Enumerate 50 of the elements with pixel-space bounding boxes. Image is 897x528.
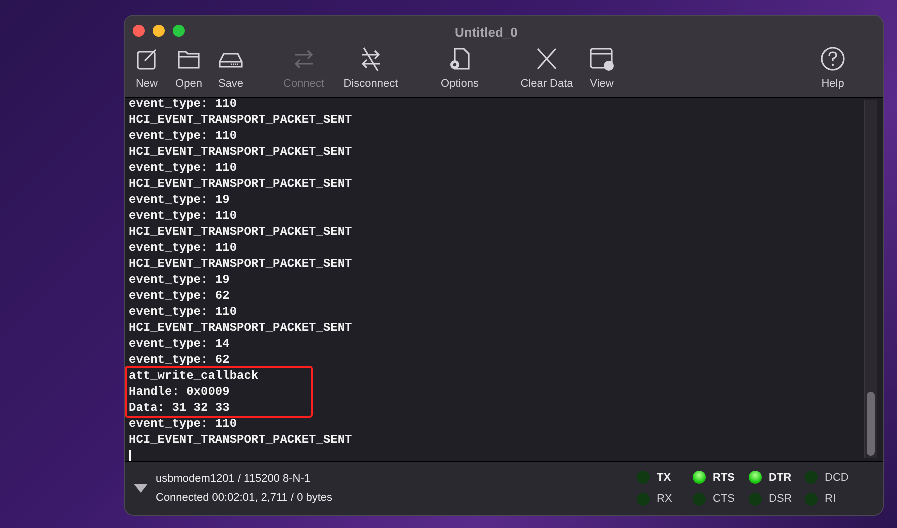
log-line: event_type: 62 <box>129 352 231 368</box>
scrollbar-thumb[interactable] <box>866 392 874 456</box>
log-line: event_type: 110 <box>129 160 238 176</box>
port-settings-text: usbmodem1201 / 115200 8-N-1 <box>156 472 312 486</box>
signal-label: DCD <box>825 470 849 486</box>
log-line: Handle: 0x0009 <box>129 384 231 400</box>
signal-label: RTS <box>713 470 735 486</box>
log-line: event_type: 110 <box>129 240 238 256</box>
log-line: HCI_EVENT_TRANSPORT_PACKET_SENT <box>129 112 354 128</box>
log-line: HCI_EVENT_TRANSPORT_PACKET_SENT <box>129 144 354 160</box>
help-icon <box>820 46 846 72</box>
window-icon <box>589 46 615 72</box>
log-line: HCI_EVENT_TRANSPORT_PACKET_SENT <box>129 256 354 272</box>
log-line: event_type: 110 <box>129 98 238 112</box>
minimize-button[interactable] <box>153 25 165 37</box>
log-line: HCI_EVENT_TRANSPORT_PACKET_SENT <box>129 320 354 336</box>
signal-label: RX <box>657 492 672 507</box>
log-line: event_type: 62 <box>129 288 231 304</box>
signal-label: CTS <box>713 492 735 507</box>
signal-label: DSR <box>769 492 792 507</box>
log-line: att_write_callback <box>129 368 260 384</box>
clear-data-button[interactable]: Clear Data <box>514 46 580 92</box>
view-button[interactable]: View <box>580 46 624 92</box>
connection-status-text: Connected 00:02:01, 2,711 / 0 bytes <box>156 491 333 506</box>
signal-label: TX <box>657 470 672 486</box>
save-button[interactable]: Save <box>210 46 252 92</box>
disconnect-button[interactable]: Disconnect <box>334 46 408 92</box>
log-line: event_type: 110 <box>129 304 238 320</box>
open-button[interactable]: Open <box>168 46 210 92</box>
log-line: HCI_EVENT_TRANSPORT_PACKET_SENT <box>129 224 354 240</box>
new-button[interactable]: New <box>126 46 168 92</box>
signal-label: DTR <box>769 470 792 486</box>
log-line: HCI_EVENT_TRANSPORT_PACKET_SENT <box>129 176 354 192</box>
log-line: Data: 31 32 33 <box>129 400 231 416</box>
log-line: event_type: 19 <box>129 192 231 208</box>
log-line: HCI_EVENT_TRANSPORT_PACKET_SENT <box>129 432 354 448</box>
log-line: event_type: 19 <box>129 272 231 288</box>
window-title: Untitled_0 <box>455 24 518 42</box>
close-button[interactable] <box>133 25 145 37</box>
signal-label: RI <box>825 492 836 507</box>
zoom-button[interactable] <box>173 25 185 37</box>
log-line: event_type: 110 <box>129 208 238 224</box>
log-line: event_type: 14 <box>129 336 231 352</box>
help-button[interactable]: Help <box>811 46 855 92</box>
log-line: event_type: 110 <box>129 416 238 432</box>
options-button[interactable]: Options <box>430 46 490 92</box>
disclosure-triangle-icon[interactable] <box>134 484 148 493</box>
text-cursor <box>129 450 131 461</box>
log-line: event_type: 110 <box>129 128 238 144</box>
scrollbar[interactable] <box>864 100 876 458</box>
